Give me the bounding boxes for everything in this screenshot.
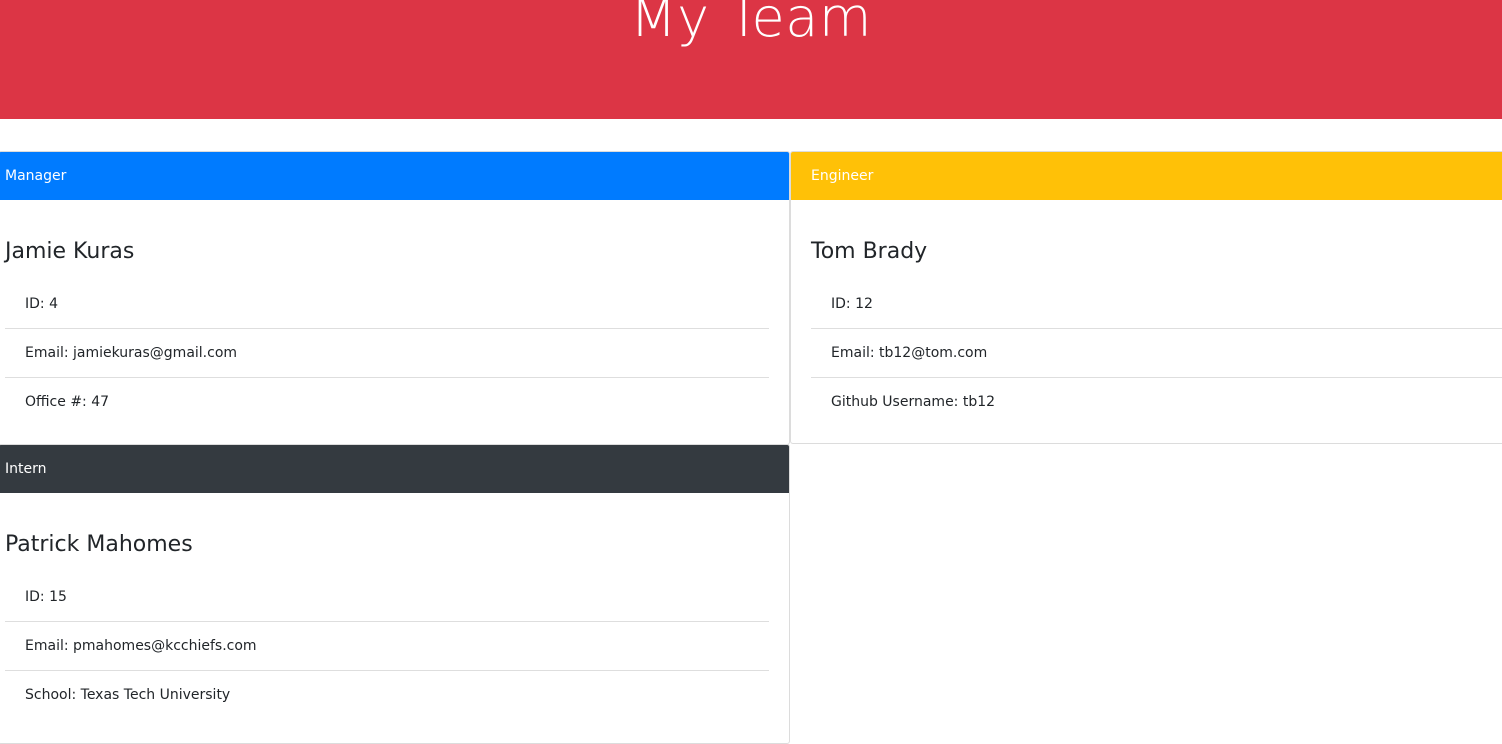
card-role-label: Engineer <box>811 168 874 184</box>
info-item-school: School: Texas Tech University <box>25 687 231 703</box>
github-link[interactable]: Github Username: tb12 <box>831 394 995 410</box>
card-role-label: Intern <box>5 461 47 477</box>
card-body: Jamie Kuras ID: 4 Email: jamiekuras@gmai… <box>0 236 789 427</box>
card-body: Patrick Mahomes ID: 15 Email: pmahomes@k… <box>0 529 789 720</box>
header-banner: My Team <box>0 0 1502 119</box>
employee-name: Patrick Mahomes <box>5 532 193 557</box>
card-header-intern: Intern <box>0 445 789 493</box>
info-list: ID: 15 Email: pmahomes@kcchiefs.com Scho… <box>5 573 769 720</box>
card-header-engineer: Engineer <box>791 152 1502 200</box>
info-item-email: Email: jamiekuras@gmail.com <box>5 329 769 378</box>
email-link[interactable]: Email: tb12@tom.com <box>831 345 987 361</box>
info-item-email: Email: pmahomes@kcchiefs.com <box>5 622 769 671</box>
info-list: ID: 4 Email: jamiekuras@gmail.com Office… <box>5 280 769 427</box>
intern-card: Intern Patrick Mahomes ID: 15 Email: pma… <box>0 444 790 744</box>
info-item-id: ID: 15 <box>5 573 769 622</box>
engineer-card: Engineer Tom Brady ID: 12 Email: tb12@to… <box>790 151 1502 444</box>
info-item-github: Github Username: tb12 <box>811 378 1502 427</box>
info-item-email: Email: tb12@tom.com <box>811 329 1502 378</box>
email-link[interactable]: Email: pmahomes@kcchiefs.com <box>25 638 257 654</box>
info-item-id: ID: 12 <box>811 280 1502 329</box>
page-title: My Team <box>630 0 872 49</box>
info-item-office: Office #: 47 <box>25 394 110 410</box>
employee-name: Tom Brady <box>811 239 928 264</box>
info-item-id: ID: 4 <box>5 280 769 329</box>
employee-name: Jamie Kuras <box>5 239 135 264</box>
card-header-manager: Manager <box>0 152 789 200</box>
email-link[interactable]: Email: jamiekuras@gmail.com <box>25 345 237 361</box>
manager-card: Manager Jamie Kuras ID: 4 Email: jamieku… <box>0 151 790 445</box>
card-body: Tom Brady ID: 12 Email: tb12@tom.com Git… <box>791 236 1502 427</box>
info-list: ID: 12 Email: tb12@tom.com Github Userna… <box>811 280 1502 427</box>
card-role-label: Manager <box>5 168 67 184</box>
